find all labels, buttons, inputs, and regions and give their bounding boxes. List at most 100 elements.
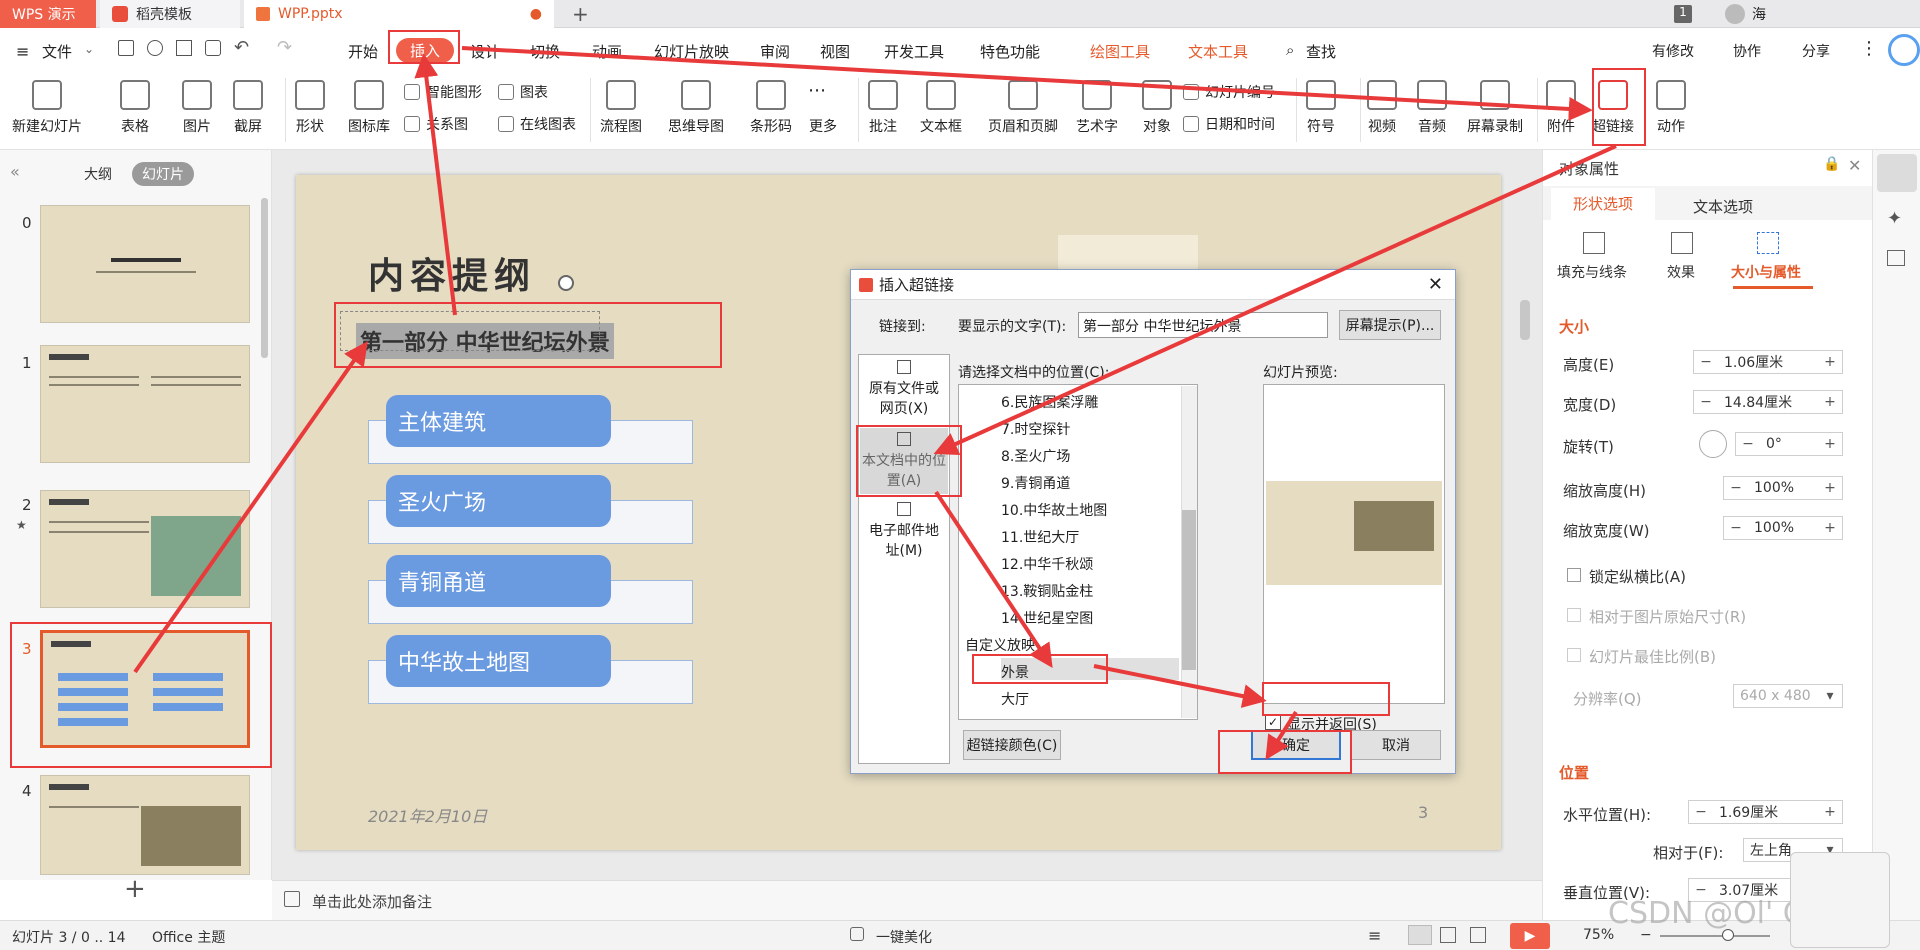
- scale-width-value[interactable]: 100%: [1748, 520, 1818, 536]
- template-tab[interactable]: 稻壳模板: [100, 0, 240, 28]
- plus-icon[interactable]: +: [1818, 804, 1842, 820]
- menu-text-tools[interactable]: 文本工具: [1188, 41, 1248, 62]
- list-item[interactable]: 14.世纪星空图: [1001, 608, 1093, 628]
- slide-number-button[interactable]: 幻灯片编号: [1183, 82, 1275, 102]
- rotate-handle-icon[interactable]: [558, 275, 574, 291]
- slide-thumbnail[interactable]: [40, 345, 250, 463]
- size-section-title[interactable]: 大小: [1559, 316, 1589, 337]
- subtab-size-property[interactable]: 大小与属性: [1731, 262, 1801, 282]
- tab-outline[interactable]: 大纲: [84, 164, 112, 184]
- list-group-custom-show[interactable]: 自定义放映: [965, 635, 1035, 655]
- table-button[interactable]: 表格: [120, 80, 150, 136]
- symbol-button[interactable]: 符号: [1306, 80, 1336, 136]
- collapse-panel-icon[interactable]: «: [10, 162, 20, 181]
- tab-slides[interactable]: 幻灯片: [132, 162, 194, 186]
- lock-ratio-checkbox[interactable]: [1567, 568, 1581, 582]
- menu-view[interactable]: 视图: [820, 41, 850, 62]
- position-section-title[interactable]: 位置: [1559, 762, 1589, 783]
- minus-icon[interactable]: −: [1694, 394, 1718, 410]
- list-item[interactable]: 12.中华千秋颂: [1001, 554, 1093, 574]
- list-item[interactable]: 8.圣火广场: [1001, 446, 1070, 466]
- rotate-dial-icon[interactable]: [1699, 430, 1727, 458]
- icon-library-button[interactable]: 图标库: [348, 80, 390, 136]
- subtab-effect[interactable]: 效果: [1667, 262, 1695, 282]
- minus-icon[interactable]: −: [1724, 520, 1748, 536]
- hamburger-icon[interactable]: ≡: [16, 42, 29, 61]
- menu-file[interactable]: 文件: [42, 41, 72, 62]
- scale-width-spinner[interactable]: −100% +: [1723, 516, 1843, 540]
- more-icon[interactable]: ⋮: [1860, 38, 1878, 59]
- menu-transition[interactable]: 切换: [530, 41, 560, 62]
- width-value[interactable]: 14.84厘米: [1718, 392, 1818, 412]
- picture-button[interactable]: 图片: [182, 80, 212, 136]
- menu-find[interactable]: 查找: [1306, 41, 1336, 62]
- relation-chart-button[interactable]: 关系图: [404, 114, 468, 134]
- hpos-value[interactable]: 1.69厘米: [1713, 802, 1818, 822]
- list-item[interactable]: 大厅: [1001, 689, 1029, 709]
- document-tab[interactable]: WPP.pptx ●: [244, 0, 554, 28]
- modified-status[interactable]: 有修改: [1652, 41, 1694, 61]
- header-footer-button[interactable]: 页眉和页脚: [988, 80, 1058, 136]
- notes-placeholder[interactable]: 单击此处添加备注: [312, 891, 432, 912]
- new-slide-button[interactable]: 新建幻灯片: [12, 80, 82, 136]
- search-icon[interactable]: ⌕: [1286, 41, 1294, 59]
- list-item[interactable]: 11.世纪大厅: [1001, 527, 1079, 547]
- share-button[interactable]: 分享: [1802, 41, 1830, 61]
- resolution-select[interactable]: 640 x 480 ▾: [1733, 684, 1843, 708]
- sorter-view-icon[interactable]: [1440, 927, 1456, 943]
- panel-scrollbar[interactable]: [261, 198, 268, 358]
- screen-record-button[interactable]: 屏幕录制: [1467, 80, 1523, 136]
- relative-size-checkbox[interactable]: [1567, 608, 1581, 622]
- tab-text-options[interactable]: 文本选项: [1693, 196, 1753, 217]
- undo-icon[interactable]: ↶: [234, 37, 249, 58]
- scale-height-value[interactable]: 100%: [1748, 480, 1818, 496]
- screentip-button[interactable]: 屏幕提示(P)...: [1339, 310, 1441, 340]
- textbox-button[interactable]: 文本框: [920, 80, 962, 136]
- canvas-scrollbar[interactable]: [1520, 300, 1530, 340]
- barcode-button[interactable]: 条形码: [750, 80, 792, 136]
- avatar[interactable]: [1725, 4, 1745, 24]
- beautify-button[interactable]: 一键美化: [876, 927, 932, 947]
- video-button[interactable]: 视频: [1367, 80, 1397, 136]
- menu-features[interactable]: 特色功能: [980, 41, 1040, 62]
- reading-view-icon[interactable]: [1470, 927, 1486, 943]
- new-tab-icon[interactable]: +: [572, 2, 589, 26]
- menu-drawing-tools[interactable]: 绘图工具: [1090, 41, 1150, 62]
- smartart-button[interactable]: 智能图形: [404, 82, 482, 102]
- notes-bar[interactable]: 单击此处添加备注: [272, 880, 1542, 920]
- height-value[interactable]: 1.06厘米: [1718, 352, 1818, 372]
- email-option[interactable]: 电子邮件地址(M): [869, 502, 939, 560]
- collaborate-button[interactable]: 协作: [1733, 41, 1761, 61]
- cancel-button[interactable]: 取消: [1351, 730, 1441, 760]
- menu-review[interactable]: 审阅: [760, 41, 790, 62]
- plus-icon[interactable]: +: [1818, 394, 1842, 410]
- best-scale-checkbox[interactable]: [1567, 648, 1581, 662]
- list-item[interactable]: 13.鞍铜贴金柱: [1001, 581, 1093, 601]
- menu-design[interactable]: 设计: [470, 41, 500, 62]
- chevron-down-icon[interactable]: ⌄: [84, 42, 94, 56]
- mindmap-button[interactable]: 思维导图: [668, 80, 724, 136]
- zoom-slider[interactable]: [1660, 935, 1770, 937]
- content-box-4[interactable]: 中华故土地图: [386, 635, 611, 687]
- content-box-3[interactable]: 青铜甬道: [386, 555, 611, 607]
- plus-icon[interactable]: +: [1818, 436, 1842, 452]
- object-button[interactable]: 对象: [1142, 80, 1172, 136]
- add-slide-button[interactable]: +: [124, 876, 146, 902]
- chart-button[interactable]: 图表: [498, 82, 548, 102]
- size-property-icon[interactable]: [1757, 232, 1779, 254]
- backup-icon[interactable]: [1887, 250, 1905, 266]
- menu-slideshow[interactable]: 幻灯片放映: [654, 41, 729, 62]
- properties-toggle-icon[interactable]: [1877, 154, 1917, 192]
- plus-icon[interactable]: +: [1818, 354, 1842, 370]
- menu-start[interactable]: 开始: [348, 41, 378, 62]
- tab-shape-options[interactable]: 形状选项: [1551, 188, 1655, 220]
- redo-icon[interactable]: ↷: [277, 37, 292, 58]
- existing-file-option[interactable]: 原有文件或网页(X): [869, 360, 939, 418]
- theme-name[interactable]: Office 主题: [152, 927, 225, 947]
- action-button[interactable]: 动作: [1656, 80, 1686, 136]
- list-item[interactable]: 6.民族图案浮雕: [1001, 392, 1098, 412]
- show-return-checkbox[interactable]: ✓: [1265, 714, 1281, 730]
- save-icon[interactable]: [118, 40, 134, 56]
- preview-icon[interactable]: [205, 40, 221, 56]
- shape-button[interactable]: 形状: [295, 80, 325, 136]
